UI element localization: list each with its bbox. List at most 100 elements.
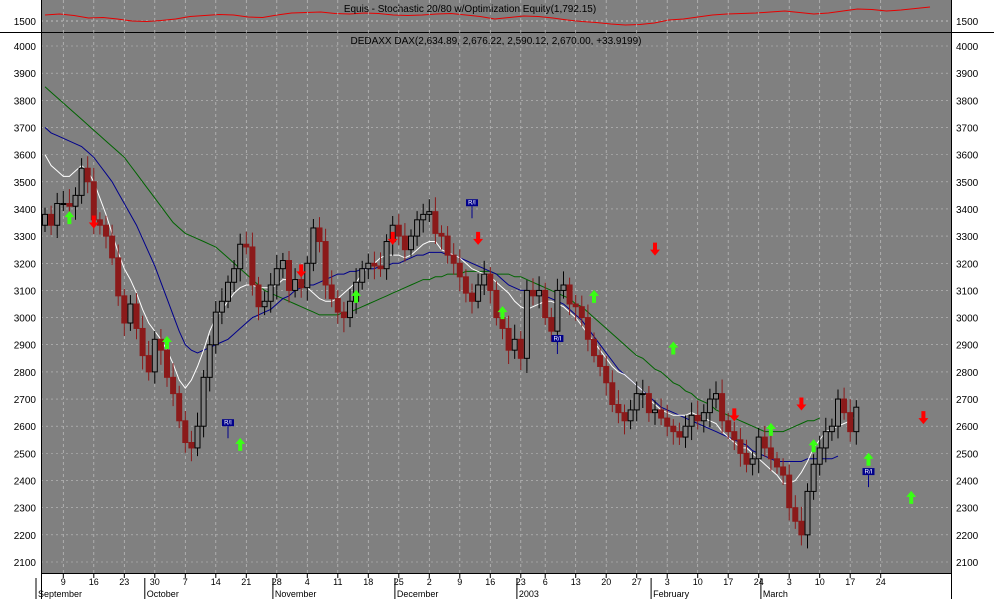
y-tick-label-left: 2500 bbox=[14, 449, 37, 460]
x-tick-label: 3 bbox=[787, 577, 792, 587]
candle-body bbox=[450, 254, 457, 264]
candle-body bbox=[560, 284, 567, 291]
month-label: December bbox=[397, 589, 439, 599]
x-tick-label: 17 bbox=[723, 577, 733, 587]
y-tick-label-left: 2300 bbox=[14, 504, 37, 515]
candle-body bbox=[170, 376, 177, 395]
candle-body bbox=[816, 447, 823, 465]
candle-body bbox=[761, 436, 768, 449]
candle-body bbox=[755, 436, 762, 460]
candle-body bbox=[237, 243, 244, 270]
y-tick-label-right: 4000 bbox=[956, 42, 979, 53]
candle-body bbox=[432, 211, 439, 234]
candle-body bbox=[542, 289, 549, 319]
candle-body bbox=[615, 403, 622, 414]
candle-body bbox=[255, 284, 262, 308]
candle-body bbox=[603, 365, 610, 384]
x-tick-label: 30 bbox=[150, 577, 160, 587]
candle-body bbox=[572, 303, 579, 308]
candle-body bbox=[548, 317, 555, 332]
y-tick-label-right: 2300 bbox=[956, 504, 979, 515]
candle-body bbox=[804, 490, 811, 536]
y-tick-label-left: 3400 bbox=[14, 205, 37, 216]
candle-body bbox=[90, 181, 97, 221]
chart-root: Equis - Stochastic 20/80 w/Optimization … bbox=[0, 0, 994, 599]
x-tick-label: 6 bbox=[543, 577, 548, 587]
candle-body bbox=[487, 273, 494, 291]
candle-body bbox=[780, 466, 787, 476]
candle-body bbox=[523, 289, 530, 359]
y-tick-label-right: 3800 bbox=[956, 96, 979, 107]
candle-body bbox=[127, 303, 134, 324]
y-tick-label-right: 2900 bbox=[956, 341, 979, 352]
month-label: October bbox=[147, 589, 179, 599]
candle-body bbox=[841, 398, 848, 414]
candle-body bbox=[700, 412, 707, 422]
candle-body bbox=[847, 412, 854, 433]
candle-body bbox=[810, 463, 817, 492]
candle-body bbox=[267, 284, 274, 302]
candle-body bbox=[456, 262, 463, 278]
candle-body bbox=[273, 268, 280, 286]
candle-body bbox=[243, 243, 250, 248]
x-tick-label: 24 bbox=[876, 577, 886, 587]
month-label: February bbox=[653, 589, 690, 599]
x-tick-label: 10 bbox=[815, 577, 825, 587]
candle-body bbox=[578, 306, 585, 319]
candle-body bbox=[743, 452, 750, 465]
y-tick-label-right: 2800 bbox=[956, 368, 979, 379]
candle-body bbox=[84, 167, 91, 183]
x-tick-label: 21 bbox=[241, 577, 251, 587]
x-tick-label: 4 bbox=[305, 577, 310, 587]
candle-body bbox=[627, 409, 634, 422]
flag-label: R/I bbox=[224, 421, 232, 427]
flag-label: R/I bbox=[865, 470, 873, 476]
candle-body bbox=[792, 507, 799, 522]
candle-body bbox=[475, 284, 482, 302]
y-tick-label-right: 2700 bbox=[956, 395, 979, 406]
candle-body bbox=[340, 311, 347, 319]
x-tick-label: 27 bbox=[632, 577, 642, 587]
candle-body bbox=[188, 442, 195, 449]
candle-body bbox=[212, 311, 219, 346]
y-tick-label-left: 2600 bbox=[14, 422, 37, 433]
candle-body bbox=[164, 349, 170, 378]
x-tick-label: 13 bbox=[571, 577, 581, 587]
y-axis-right: 2100 2200 2300 2400 2500 2600 2700 2800 2900 3000… bbox=[956, 42, 979, 569]
candle-body bbox=[109, 235, 116, 259]
month-label: November bbox=[275, 589, 317, 599]
x-tick-label: 18 bbox=[363, 577, 373, 587]
candle-body bbox=[54, 203, 61, 226]
candle-body bbox=[645, 393, 652, 414]
candle-body bbox=[310, 227, 317, 264]
candle-body bbox=[383, 241, 390, 270]
equity-tick-left: 1500 bbox=[14, 17, 37, 28]
candle-body bbox=[231, 268, 238, 283]
candle-body bbox=[121, 295, 128, 324]
month-label: March bbox=[763, 589, 788, 599]
candle-body bbox=[664, 417, 671, 427]
candle-body bbox=[261, 300, 268, 308]
candle-body bbox=[609, 382, 616, 405]
candle-body bbox=[200, 376, 207, 427]
candle-body bbox=[731, 431, 738, 441]
candle-body bbox=[249, 246, 256, 286]
x-tick-label: 10 bbox=[693, 577, 703, 587]
candle-body bbox=[584, 317, 591, 340]
candle-body bbox=[328, 284, 335, 300]
y-tick-label-left: 3500 bbox=[14, 178, 37, 189]
candle-body bbox=[206, 344, 213, 378]
y-tick-label-right: 3000 bbox=[956, 314, 979, 325]
candle-body bbox=[694, 414, 701, 422]
y-tick-label-left: 2200 bbox=[14, 531, 37, 542]
candle-body bbox=[706, 398, 713, 414]
candle-body bbox=[103, 224, 109, 237]
candle-body bbox=[115, 257, 122, 297]
candle-body bbox=[48, 213, 55, 226]
candle-body bbox=[676, 431, 683, 438]
y-tick-label-right: 3100 bbox=[956, 286, 979, 297]
x-tick-label: 7 bbox=[183, 577, 188, 587]
flag-label: R/I bbox=[554, 337, 562, 343]
candle-body bbox=[408, 235, 414, 251]
candle-body bbox=[713, 393, 719, 400]
